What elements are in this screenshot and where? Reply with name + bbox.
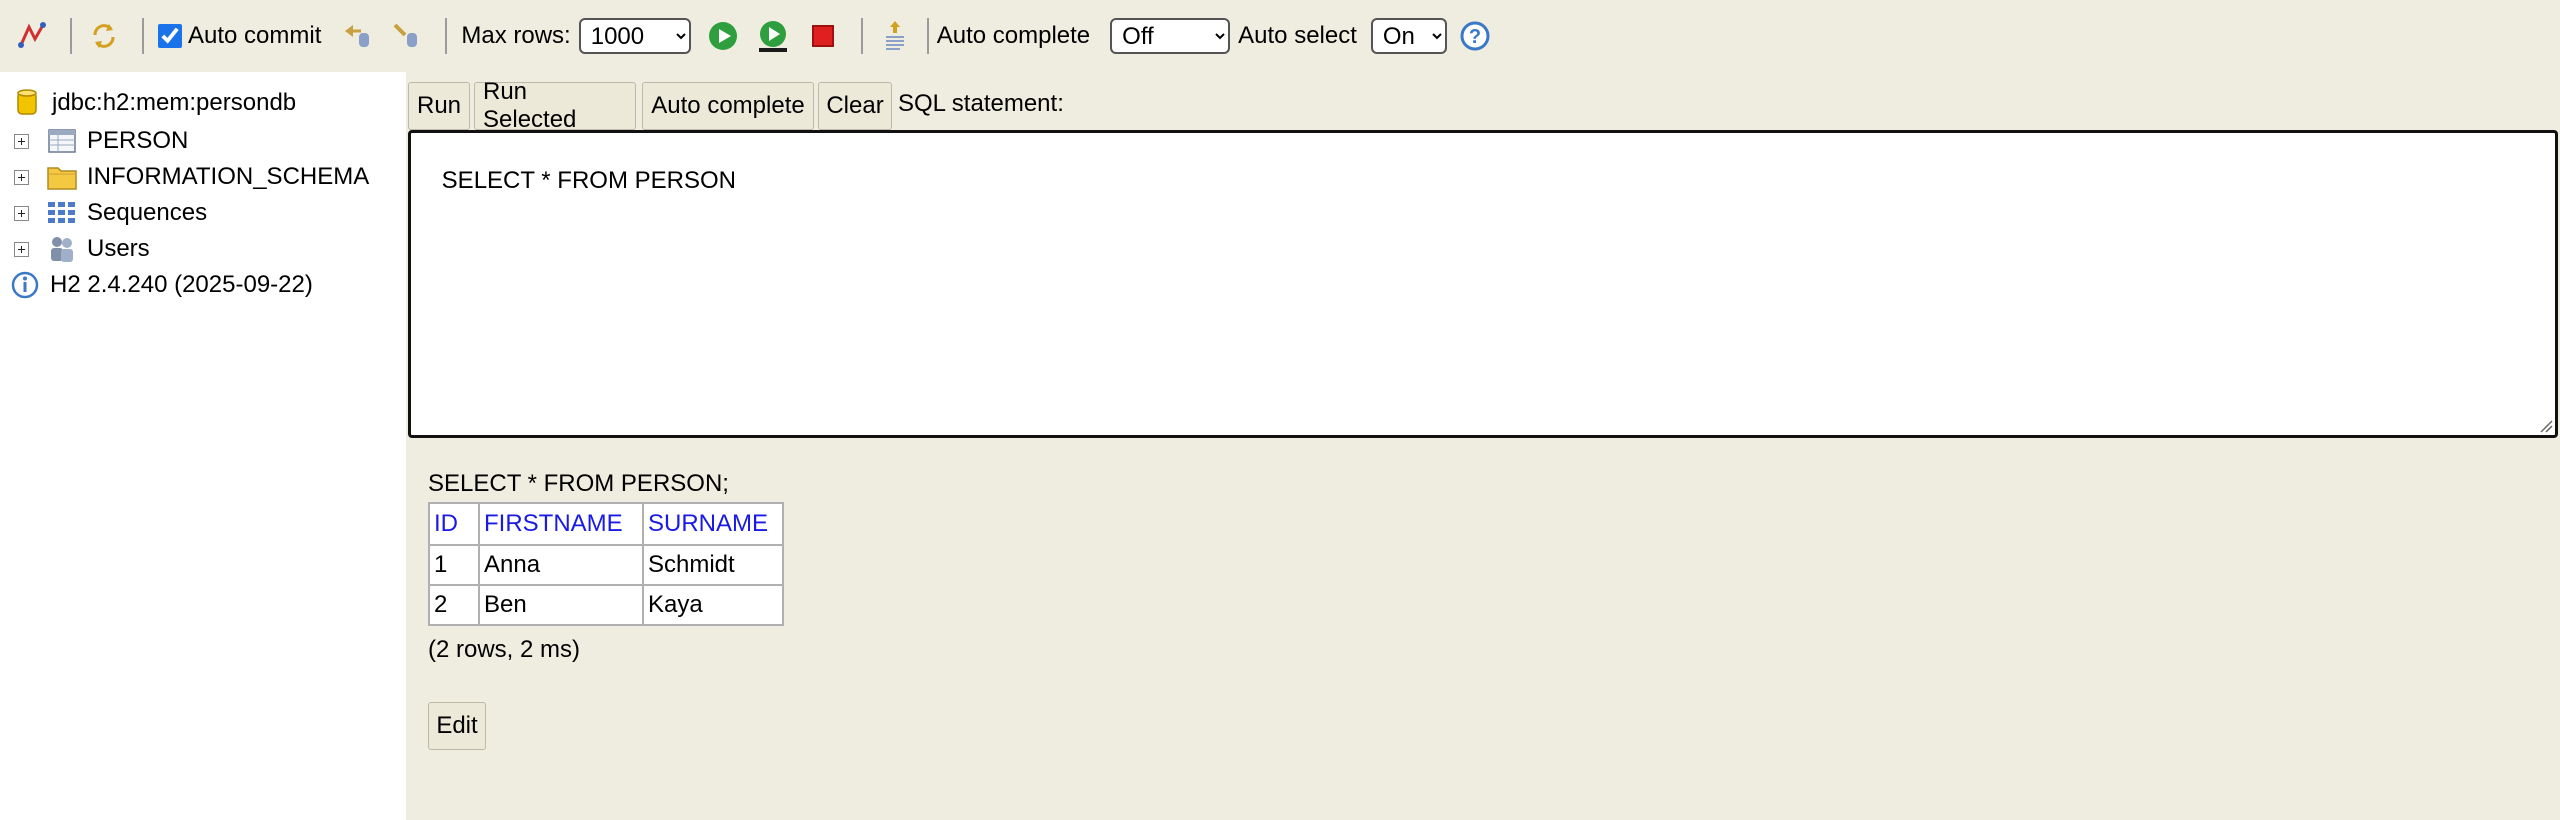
expand-icon[interactable] xyxy=(14,241,29,257)
rollback-icon[interactable] xyxy=(339,18,375,54)
info-icon xyxy=(10,270,40,300)
table-cell: Anna xyxy=(478,544,644,586)
table-row: 1 Anna Schmidt xyxy=(428,544,784,586)
help-icon[interactable]: ? xyxy=(1457,18,1493,54)
connection-label: jdbc:h2:mem:persondb xyxy=(52,89,297,116)
table-cell: 2 xyxy=(428,584,480,626)
tree-item-users[interactable]: Users xyxy=(0,232,150,266)
table-cell: Schmidt xyxy=(642,544,784,586)
commit-icon[interactable] xyxy=(389,18,425,54)
result-statement: SELECT * FROM PERSON; xyxy=(428,470,729,497)
max-rows-select[interactable]: 1000 xyxy=(578,18,691,54)
resize-handle-icon[interactable] xyxy=(2537,417,2553,433)
result-summary: (2 rows, 2 ms) xyxy=(428,636,581,663)
result-table: ID FIRSTNAME SURNAME 1 Anna Schmidt 2 Be… xyxy=(428,502,784,626)
query-panel: Run Run Selected Auto complete Clear SQL… xyxy=(406,72,2560,820)
toolbar-separator xyxy=(445,18,448,54)
tree-version-info: H2 2.4.240 (2025-09-22) xyxy=(0,268,313,302)
svg-text:?: ? xyxy=(1469,26,1481,48)
toolbar: Auto commit Max rows: 1000 Auto complete… xyxy=(0,0,2560,72)
run-icon[interactable] xyxy=(705,18,741,54)
expand-icon[interactable] xyxy=(14,133,29,149)
auto-complete-label: Auto complete xyxy=(936,22,1091,49)
tree-item-person[interactable]: PERSON xyxy=(0,124,188,158)
auto-select-label: Auto select xyxy=(1238,22,1357,49)
tree-item-label: Users xyxy=(87,235,150,262)
column-header-firstname[interactable]: FIRSTNAME xyxy=(478,502,644,546)
table-cell: 1 xyxy=(428,544,480,586)
auto-complete-select[interactable]: Off xyxy=(1110,18,1231,54)
folder-icon xyxy=(47,162,77,192)
column-header-id[interactable]: ID xyxy=(428,502,480,546)
tree-item-label: PERSON xyxy=(87,127,189,154)
auto-complete-button[interactable]: Auto complete xyxy=(642,82,814,130)
users-icon xyxy=(47,234,77,264)
sql-editor[interactable]: SELECT * FROM PERSON xyxy=(408,130,2558,438)
clear-button[interactable]: Clear xyxy=(818,82,892,130)
table-cell: Kaya xyxy=(642,584,784,626)
object-tree: jdbc:h2:mem:persondb PERSON INFORMATION_… xyxy=(0,72,406,820)
refresh-icon[interactable] xyxy=(86,18,122,54)
expand-icon[interactable] xyxy=(14,205,29,221)
sql-statement-label: SQL statement: xyxy=(898,90,1064,117)
version-label: H2 2.4.240 (2025-09-22) xyxy=(50,271,313,298)
tree-item-label: INFORMATION_SCHEMA xyxy=(87,163,370,190)
stop-icon[interactable] xyxy=(805,18,841,54)
max-rows-label: Max rows: xyxy=(461,22,571,49)
toolbar-separator xyxy=(860,18,863,54)
toolbar-separator xyxy=(926,18,929,54)
sql-text: SELECT * FROM PERSON xyxy=(441,167,736,194)
auto-select-select[interactable]: On xyxy=(1370,18,1447,54)
auto-commit-label: Auto commit xyxy=(188,22,322,49)
table-cell: Ben xyxy=(478,584,644,626)
run-button[interactable]: Run xyxy=(408,82,470,130)
run-selected-button[interactable]: Run Selected xyxy=(474,78,636,133)
edit-button[interactable]: Edit xyxy=(428,702,486,750)
run-selected-icon[interactable] xyxy=(755,18,791,54)
toolbar-separator xyxy=(142,18,144,54)
table-header-row: ID FIRSTNAME SURNAME xyxy=(428,502,784,546)
table-icon xyxy=(47,126,77,156)
auto-commit-checkbox[interactable] xyxy=(158,24,182,48)
table-row: 2 Ben Kaya xyxy=(428,584,784,626)
toolbar-separator xyxy=(70,18,72,54)
history-icon[interactable] xyxy=(877,18,913,54)
expand-icon[interactable] xyxy=(14,169,29,185)
tree-connection[interactable]: jdbc:h2:mem:persondb xyxy=(0,86,296,120)
disconnect-icon[interactable] xyxy=(14,18,50,54)
column-header-surname[interactable]: SURNAME xyxy=(642,502,784,546)
database-icon xyxy=(12,88,42,118)
tree-item-information-schema[interactable]: INFORMATION_SCHEMA xyxy=(0,160,369,194)
tree-item-label: Sequences xyxy=(87,199,208,226)
tree-item-sequences[interactable]: Sequences xyxy=(0,196,207,230)
sequences-icon xyxy=(47,198,77,228)
